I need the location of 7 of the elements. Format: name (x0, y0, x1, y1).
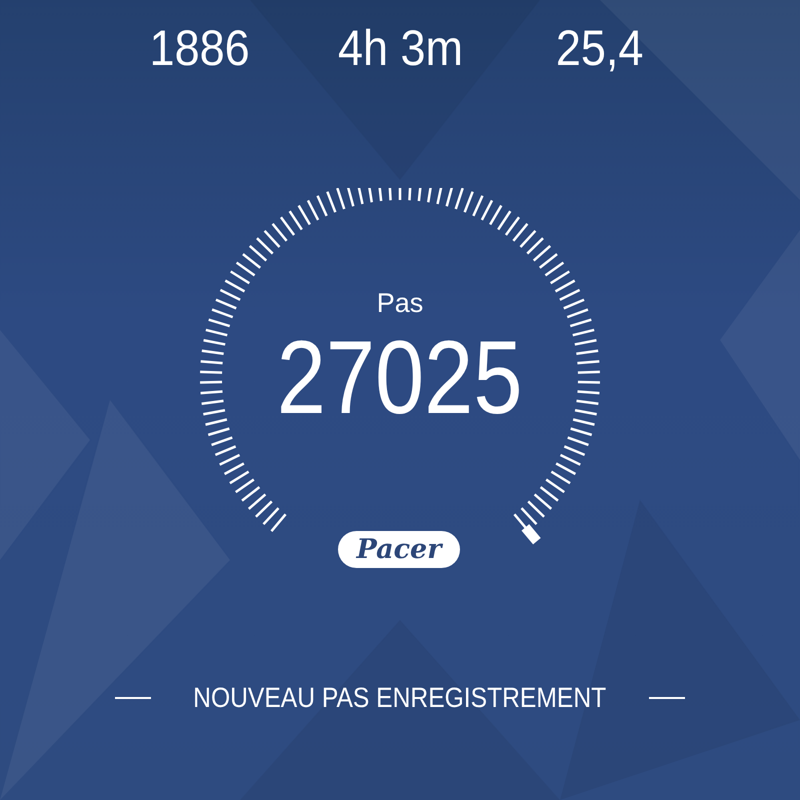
record-label: NOUVEAU PAS ENREGISTREMENT (194, 682, 606, 714)
gauge-label: Pas (376, 288, 424, 319)
logo-badge: Pacer (338, 531, 460, 568)
stat-value: 4h 3m (337, 19, 463, 78)
step-count: 27025 (277, 323, 523, 433)
stat-value: 1886 (150, 19, 250, 78)
stat-value: 25,4 (556, 19, 644, 78)
